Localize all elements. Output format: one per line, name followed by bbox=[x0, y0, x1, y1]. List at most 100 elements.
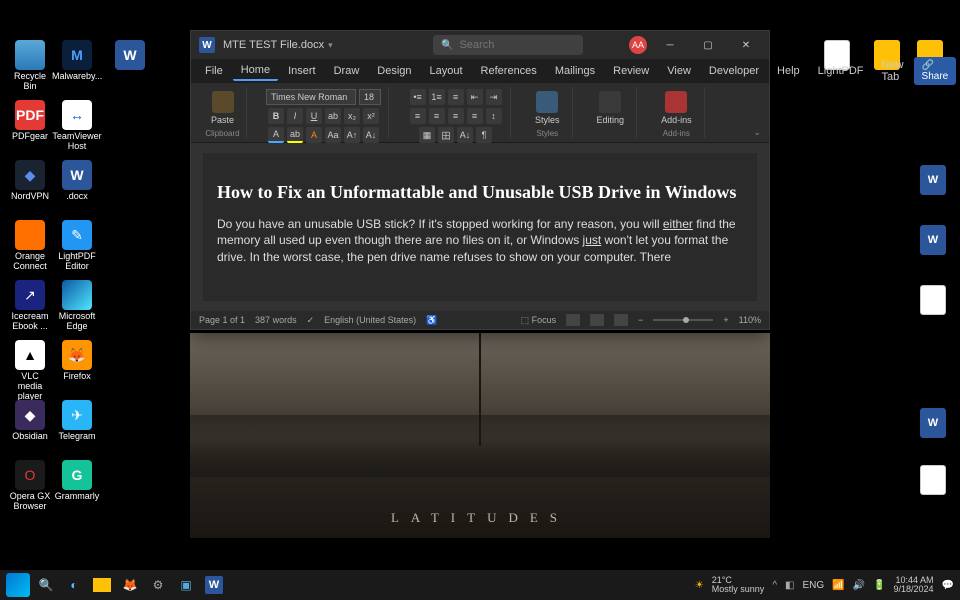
word-taskbar[interactable]: W bbox=[202, 573, 226, 597]
desktop-icon-obsidian[interactable]: ◆Obsidian bbox=[8, 400, 52, 442]
align-right-button[interactable]: ≡ bbox=[448, 108, 464, 124]
align-center-button[interactable]: ≡ bbox=[429, 108, 445, 124]
desktop-icon-word-file[interactable]: W bbox=[108, 40, 152, 70]
desktop-file-icon[interactable]: W bbox=[920, 408, 946, 438]
document-body[interactable]: Do you have an unusable USB stick? If it… bbox=[217, 216, 743, 266]
firefox-taskbar[interactable]: 🦊 bbox=[118, 573, 142, 597]
desktop-file-icon[interactable]: W bbox=[920, 165, 946, 195]
strike-button[interactable]: ab bbox=[325, 108, 341, 124]
document-page[interactable]: How to Fix an Unformattable and Unusable… bbox=[203, 153, 757, 301]
document-filename[interactable]: MTE TEST File.docx bbox=[223, 39, 333, 51]
menu-references[interactable]: References bbox=[473, 62, 545, 80]
print-layout-button[interactable] bbox=[590, 314, 604, 326]
desktop-icon-opera-gx-browser[interactable]: OOpera GX Browser bbox=[8, 460, 52, 512]
share-button[interactable]: 🔗 Share bbox=[914, 57, 957, 85]
file-explorer-button[interactable] bbox=[90, 573, 114, 597]
desktop-icon-pdfgear[interactable]: PDFPDFgear bbox=[8, 100, 52, 142]
styles-button[interactable]: Styles bbox=[529, 89, 566, 127]
word-count[interactable]: 387 words bbox=[255, 315, 297, 325]
menu-draw[interactable]: Draw bbox=[326, 62, 368, 80]
zoom-level[interactable]: 110% bbox=[739, 315, 761, 325]
borders-button[interactable]: 田 bbox=[438, 127, 454, 143]
line-spacing-button[interactable]: ↕ bbox=[486, 108, 502, 124]
menu-review[interactable]: Review bbox=[605, 62, 657, 80]
titlebar[interactable]: W MTE TEST File.docx 🔍 AA ─ ▢ ✕ bbox=[191, 31, 769, 59]
desktop-icon-icecream-ebook-[interactable]: ↗Icecream Ebook ... bbox=[8, 280, 52, 332]
bullets-button[interactable]: •≡ bbox=[410, 89, 426, 105]
focus-mode-button[interactable]: ⬚ Focus bbox=[521, 315, 557, 326]
italic-button[interactable]: I bbox=[287, 108, 303, 124]
menu-mailings[interactable]: Mailings bbox=[547, 62, 603, 80]
app-taskbar[interactable]: ▣ bbox=[174, 573, 198, 597]
language-indicator[interactable]: ENG bbox=[802, 580, 824, 591]
menu-design[interactable]: Design bbox=[369, 62, 419, 80]
font-size-select[interactable]: 18 bbox=[359, 89, 381, 105]
desktop-icon-orange-connect[interactable]: Orange Connect bbox=[8, 220, 52, 272]
close-button[interactable]: ✕ bbox=[731, 35, 761, 55]
desktop-file-icon[interactable] bbox=[920, 285, 946, 315]
menu-view[interactable]: View bbox=[659, 62, 699, 80]
align-left-button[interactable]: ≡ bbox=[410, 108, 426, 124]
notifications-icon[interactable]: 💬 bbox=[942, 580, 954, 591]
user-badge[interactable]: AA bbox=[629, 36, 647, 54]
menu-help[interactable]: Help bbox=[769, 62, 808, 80]
desktop-icon-firefox[interactable]: 🦊Firefox bbox=[55, 340, 99, 382]
desktop-icon-teamviewer-host[interactable]: ↔TeamViewer Host bbox=[55, 100, 99, 152]
collapse-ribbon-button[interactable]: ⌄ bbox=[753, 127, 761, 138]
page-count[interactable]: Page 1 of 1 bbox=[199, 315, 245, 325]
accessibility-icon[interactable]: ♿ bbox=[426, 315, 437, 326]
desktop-icon-lightpdf-editor[interactable]: ✎LightPDF Editor bbox=[55, 220, 99, 272]
desktop-icon-telegram[interactable]: ✈Telegram bbox=[55, 400, 99, 442]
bold-button[interactable]: B bbox=[268, 108, 284, 124]
start-button[interactable] bbox=[6, 573, 30, 597]
increase-indent-button[interactable]: ⇥ bbox=[486, 89, 502, 105]
underline-button[interactable]: U bbox=[306, 108, 322, 124]
battery-icon[interactable]: 🔋 bbox=[873, 580, 885, 591]
addins-button[interactable]: Add-ins bbox=[655, 89, 698, 127]
web-layout-button[interactable] bbox=[614, 314, 628, 326]
taskbar-search-button[interactable]: 🔍 bbox=[34, 573, 58, 597]
desktop-icon--docx[interactable]: W.docx bbox=[55, 160, 99, 202]
tray-app-icon[interactable]: ◧ bbox=[785, 580, 794, 591]
spell-check-icon[interactable]: ✓ bbox=[307, 315, 315, 326]
show-marks-button[interactable]: ¶ bbox=[476, 127, 492, 143]
tray-chevron-icon[interactable]: ^ bbox=[772, 580, 777, 591]
menu-file[interactable]: File bbox=[197, 62, 231, 80]
volume-icon[interactable]: 🔊 bbox=[853, 580, 865, 591]
shrink-font-button[interactable]: A↓ bbox=[363, 127, 379, 143]
desktop-icon-malwareby-[interactable]: MMalwareby... bbox=[55, 40, 99, 82]
desktop-icon-microsoft-edge[interactable]: Microsoft Edge bbox=[55, 280, 99, 332]
menu-layout[interactable]: Layout bbox=[422, 62, 471, 80]
subscript-button[interactable]: x₂ bbox=[344, 108, 360, 124]
shading-button[interactable]: ▦ bbox=[419, 127, 435, 143]
settings-taskbar[interactable]: ⚙ bbox=[146, 573, 170, 597]
zoom-in-button[interactable]: + bbox=[723, 315, 728, 325]
zoom-out-button[interactable]: − bbox=[638, 315, 643, 325]
wifi-icon[interactable]: 📶 bbox=[832, 580, 844, 591]
minimize-button[interactable]: ─ bbox=[655, 35, 685, 55]
multilevel-button[interactable]: ≡ bbox=[448, 89, 464, 105]
zoom-slider[interactable] bbox=[653, 319, 713, 321]
decrease-indent-button[interactable]: ⇤ bbox=[467, 89, 483, 105]
weather-widget[interactable]: 21°C Mostly sunny bbox=[712, 576, 765, 594]
search-box[interactable]: 🔍 bbox=[433, 35, 583, 55]
justify-button[interactable]: ≡ bbox=[467, 108, 483, 124]
weather-icon[interactable]: ☀ bbox=[695, 580, 704, 591]
desktop-file-icon[interactable]: W bbox=[920, 225, 946, 255]
editing-button[interactable]: Editing bbox=[591, 89, 631, 127]
desktop-icon-recycle-bin[interactable]: Recycle Bin bbox=[8, 40, 52, 92]
grow-font-button[interactable]: A↑ bbox=[344, 127, 360, 143]
task-view-button[interactable]: ◐ bbox=[62, 573, 86, 597]
desktop-icon-nordvpn[interactable]: ◆NordVPN bbox=[8, 160, 52, 202]
desktop-file-icon[interactable] bbox=[920, 465, 946, 495]
document-area[interactable]: How to Fix an Unformattable and Unusable… bbox=[191, 143, 769, 311]
menu-insert[interactable]: Insert bbox=[280, 62, 324, 80]
menu-home[interactable]: Home bbox=[233, 61, 278, 81]
maximize-button[interactable]: ▢ bbox=[693, 35, 723, 55]
read-mode-button[interactable] bbox=[566, 314, 580, 326]
menu-new-tab[interactable]: New Tab bbox=[874, 56, 912, 86]
paste-button[interactable]: Paste bbox=[205, 89, 240, 127]
document-title[interactable]: How to Fix an Unformattable and Unusable… bbox=[217, 181, 743, 204]
language-status[interactable]: English (United States) bbox=[324, 315, 416, 325]
desktop-icon-grammarly[interactable]: GGrammarly bbox=[55, 460, 99, 502]
